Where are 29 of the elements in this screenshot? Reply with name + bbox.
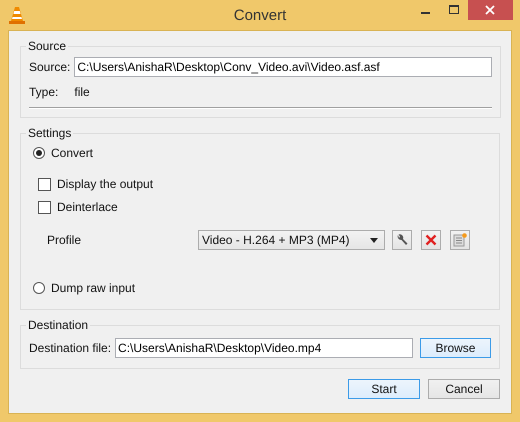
new-list-icon[interactable] xyxy=(450,230,470,250)
checkbox-label: Display the output xyxy=(57,177,154,191)
window-title: Convert xyxy=(234,7,286,24)
destination-field[interactable]: C:\Users\AnishaR\Desktop\Video.mp4 xyxy=(115,338,413,358)
close-icon[interactable] xyxy=(468,0,513,20)
radio-label: Dump raw input xyxy=(51,281,136,295)
profile-dropdown[interactable]: Video - H.264 + MP3 (MP4) xyxy=(198,230,385,250)
dropdown-arrow-icon xyxy=(370,238,378,242)
radio-label: Convert xyxy=(51,146,94,160)
traffic-cone-icon xyxy=(9,6,25,24)
radio-button[interactable] xyxy=(33,147,45,159)
source-field[interactable]: C:\Users\AnishaR\Desktop\Conv_Video.avi\Video.asf.asf xyxy=(74,57,492,77)
dialog-button[interactable]: Cancel xyxy=(428,379,500,399)
type-label: Type: xyxy=(29,85,58,99)
group-title: Source xyxy=(27,39,68,53)
checkbox[interactable] xyxy=(38,200,51,214)
dialog-button[interactable]: Start xyxy=(348,379,420,399)
group-title: Destination xyxy=(27,318,90,332)
browse-button[interactable]: Browse xyxy=(420,338,491,358)
radio-button[interactable] xyxy=(33,282,45,294)
checkbox[interactable] xyxy=(38,178,51,190)
source-label: Source: xyxy=(29,60,70,74)
checkbox-label: Deinterlace xyxy=(57,200,118,214)
type-value: file xyxy=(74,85,90,99)
profile-label: Profile xyxy=(47,233,82,247)
delete-icon[interactable] xyxy=(421,230,441,250)
wrench-icon[interactable] xyxy=(392,230,412,250)
destination-label: Destination file: xyxy=(29,341,112,355)
group-title: Settings xyxy=(27,126,72,140)
